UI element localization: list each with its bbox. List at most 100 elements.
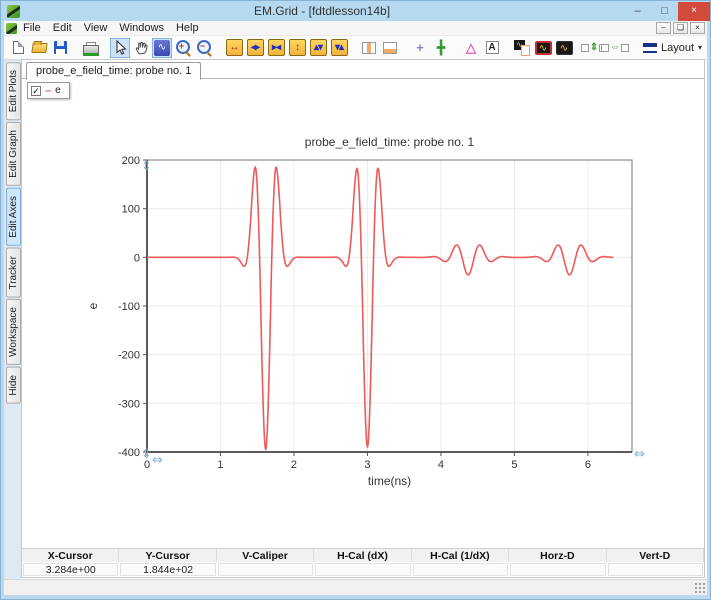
distribute-horizontal-icon-glyph: ⇔	[610, 42, 620, 53]
new-file-icon-glyph	[12, 41, 24, 54]
y-axis-top-handle-icon[interactable]: ⇕	[141, 159, 152, 174]
series-e-curve	[146, 166, 614, 451]
distribute-horizontal-icon-glyph	[621, 43, 629, 52]
split-vertical-icon[interactable]	[359, 38, 379, 58]
sidebar-tab-edit-axes[interactable]: Edit Axes	[6, 188, 21, 246]
x-axis-right-handle-icon[interactable]: ⇔	[634, 447, 645, 462]
client-area: File Edit View Windows Help – ❏ × ∿ + − ↔ ◂▸ ▸◂ ↕ ▴…	[4, 21, 707, 595]
status-header-row: X-Cursor Y-Cursor V-Caliper H-Cal (dX) H-Cal…	[22, 548, 704, 562]
select-cursor-icon[interactable]	[110, 37, 130, 58]
pan-hand-icon[interactable]	[131, 38, 151, 58]
tab-probe-e-field-time[interactable]: probe_e_field_time: probe no. 1	[26, 62, 202, 80]
layout-bars-icon	[643, 42, 657, 53]
save-icon[interactable]	[50, 38, 70, 58]
sidebar: Edit Plots Edit Graph Edit Axes Tracker Work…	[4, 60, 21, 579]
chevron-down-icon: ▾	[698, 43, 703, 52]
status-value-h-cal-dx-	[315, 563, 411, 576]
y-axis-bottom-handle-icon[interactable]: ⇕	[141, 447, 152, 462]
split-horizontal-icon[interactable]	[380, 38, 400, 58]
x-tick-label: 1	[217, 459, 223, 471]
plot-style-active-icon[interactable]: ∿	[533, 38, 553, 58]
status-value-row: 3.284e+00 1.844e+02	[22, 562, 704, 577]
legend-box[interactable]: ✓ – e	[27, 82, 70, 99]
split-vertical-icon-glyph	[362, 41, 376, 54]
plot-style-icon[interactable]: ∿	[554, 38, 574, 58]
x-axis-label: time(ns)	[368, 474, 411, 488]
status-header-vert-d: Vert-D	[606, 548, 704, 562]
compress-y-icon[interactable]: ▾▴	[329, 38, 349, 58]
sidebar-tab-edit-plots[interactable]: Edit Plots	[6, 62, 21, 121]
status-header-horz-d: Horz-D	[509, 548, 607, 562]
add-marker-icon[interactable]: +	[410, 38, 430, 58]
zoom-in-icon[interactable]: +	[173, 38, 193, 58]
compress-y-icon-glyph: ▾▴	[330, 39, 348, 56]
plot-svg[interactable]: 0 1 2 3 4 5 62001000-100-200-300-400probe_e_fi…	[86, 130, 657, 515]
x-axis-left-handle-icon[interactable]: ⇔	[152, 453, 163, 468]
toolbar: ∿+−↔◂▸▸◂↕▴▾▾▴+╋△A∿∿⇕⇔ Layout ▾	[4, 36, 707, 60]
distribute-horizontal-icon-glyph: ⇔	[601, 42, 629, 53]
minimize-button[interactable]: –	[624, 2, 651, 21]
plot-canvas[interactable]: 0 1 2 3 4 5 6 200 100 0 -100 -200 -300 -400 probe_e_fi…	[86, 130, 657, 515]
status-header-v-caliper: V-Caliper	[216, 548, 315, 562]
mdi-restore-button[interactable]: ❏	[673, 22, 688, 34]
y-tick-label: 200	[122, 155, 140, 167]
sidebar-tab-workspace[interactable]: Workspace	[6, 299, 21, 366]
y-tick-label: -300	[118, 398, 140, 410]
x-tick-label: 4	[438, 459, 444, 471]
y-tick-label: 0	[134, 252, 140, 264]
close-button[interactable]: ×	[678, 1, 710, 21]
menu-edit[interactable]: Edit	[47, 22, 78, 34]
mdi-minimize-button[interactable]: –	[656, 22, 671, 34]
layout-menu-button[interactable]: Layout ▾	[638, 40, 707, 56]
axes-cursor-icon-glyph: ╋	[437, 39, 445, 55]
resize-grip[interactable]	[694, 582, 705, 593]
new-file-icon[interactable]	[8, 38, 28, 58]
pan-hand-icon-glyph	[135, 41, 148, 55]
save-icon-glyph	[53, 41, 67, 54]
menu-windows[interactable]: Windows	[113, 22, 170, 34]
status-value-vert-d	[607, 563, 703, 576]
delta-marker-icon[interactable]: △	[461, 38, 481, 58]
chart-title: probe_e_field_time: probe no. 1	[305, 135, 475, 149]
menu-help[interactable]: Help	[170, 22, 205, 34]
open-file-icon[interactable]	[29, 38, 49, 58]
zoom-region-icon-glyph: ∿	[154, 39, 170, 56]
expand-y-icon[interactable]: ↕	[287, 38, 307, 58]
bottom-status-strip	[4, 579, 707, 595]
legend-checkbox[interactable]: ✓	[31, 85, 41, 96]
expand-y-icon-glyph: ↕	[288, 39, 306, 56]
subplot-icon-glyph	[514, 39, 530, 56]
layout-label: Layout	[661, 41, 695, 54]
menu-items: File Edit View Windows Help	[17, 22, 205, 34]
subplot-icon[interactable]	[512, 38, 532, 58]
shrink-x-icon-glyph: ◂▸	[246, 39, 264, 56]
expand-x-icon-glyph: ↔	[225, 39, 243, 56]
document-icon	[6, 22, 17, 34]
maximize-button[interactable]: □	[651, 2, 678, 21]
axes-cursor-icon[interactable]: ╋	[431, 38, 451, 58]
zoom-out-icon-glyph: −	[196, 39, 213, 56]
text-annotation-icon[interactable]: A	[482, 38, 502, 58]
status-value-h-cal-1-dx-	[412, 563, 509, 576]
zoom-out-icon[interactable]: −	[194, 38, 214, 58]
expand-x-icon[interactable]: ↔	[224, 38, 244, 58]
compress-x-icon[interactable]: ▸◂	[266, 38, 286, 58]
menu-view[interactable]: View	[78, 22, 114, 34]
plot-panel: probe_e_field_time: probe no. 1 ✓ – e 0 1…	[21, 59, 705, 578]
menu-file[interactable]: File	[17, 22, 47, 34]
y-tick-label: -400	[118, 447, 140, 459]
delta-marker-icon-glyph: △	[466, 39, 476, 55]
mdi-close-button[interactable]: ×	[690, 22, 705, 34]
sidebar-tab-hide[interactable]: Hide	[6, 367, 21, 404]
status-value-horz-d	[510, 563, 606, 576]
shrink-y-icon[interactable]: ▴▾	[308, 38, 328, 58]
zoom-out-icon-glyph: −	[199, 41, 206, 51]
select-cursor-icon-glyph	[115, 40, 127, 55]
status-value-x-cursor: 3.284e+00	[23, 563, 119, 576]
shrink-x-icon[interactable]: ◂▸	[245, 38, 265, 58]
zoom-region-icon[interactable]: ∿	[152, 37, 172, 58]
distribute-horizontal-icon[interactable]: ⇔	[601, 38, 629, 58]
sidebar-tab-edit-graph[interactable]: Edit Graph	[6, 122, 21, 187]
sidebar-tab-tracker[interactable]: Tracker	[6, 247, 21, 298]
print-icon[interactable]	[80, 38, 100, 58]
